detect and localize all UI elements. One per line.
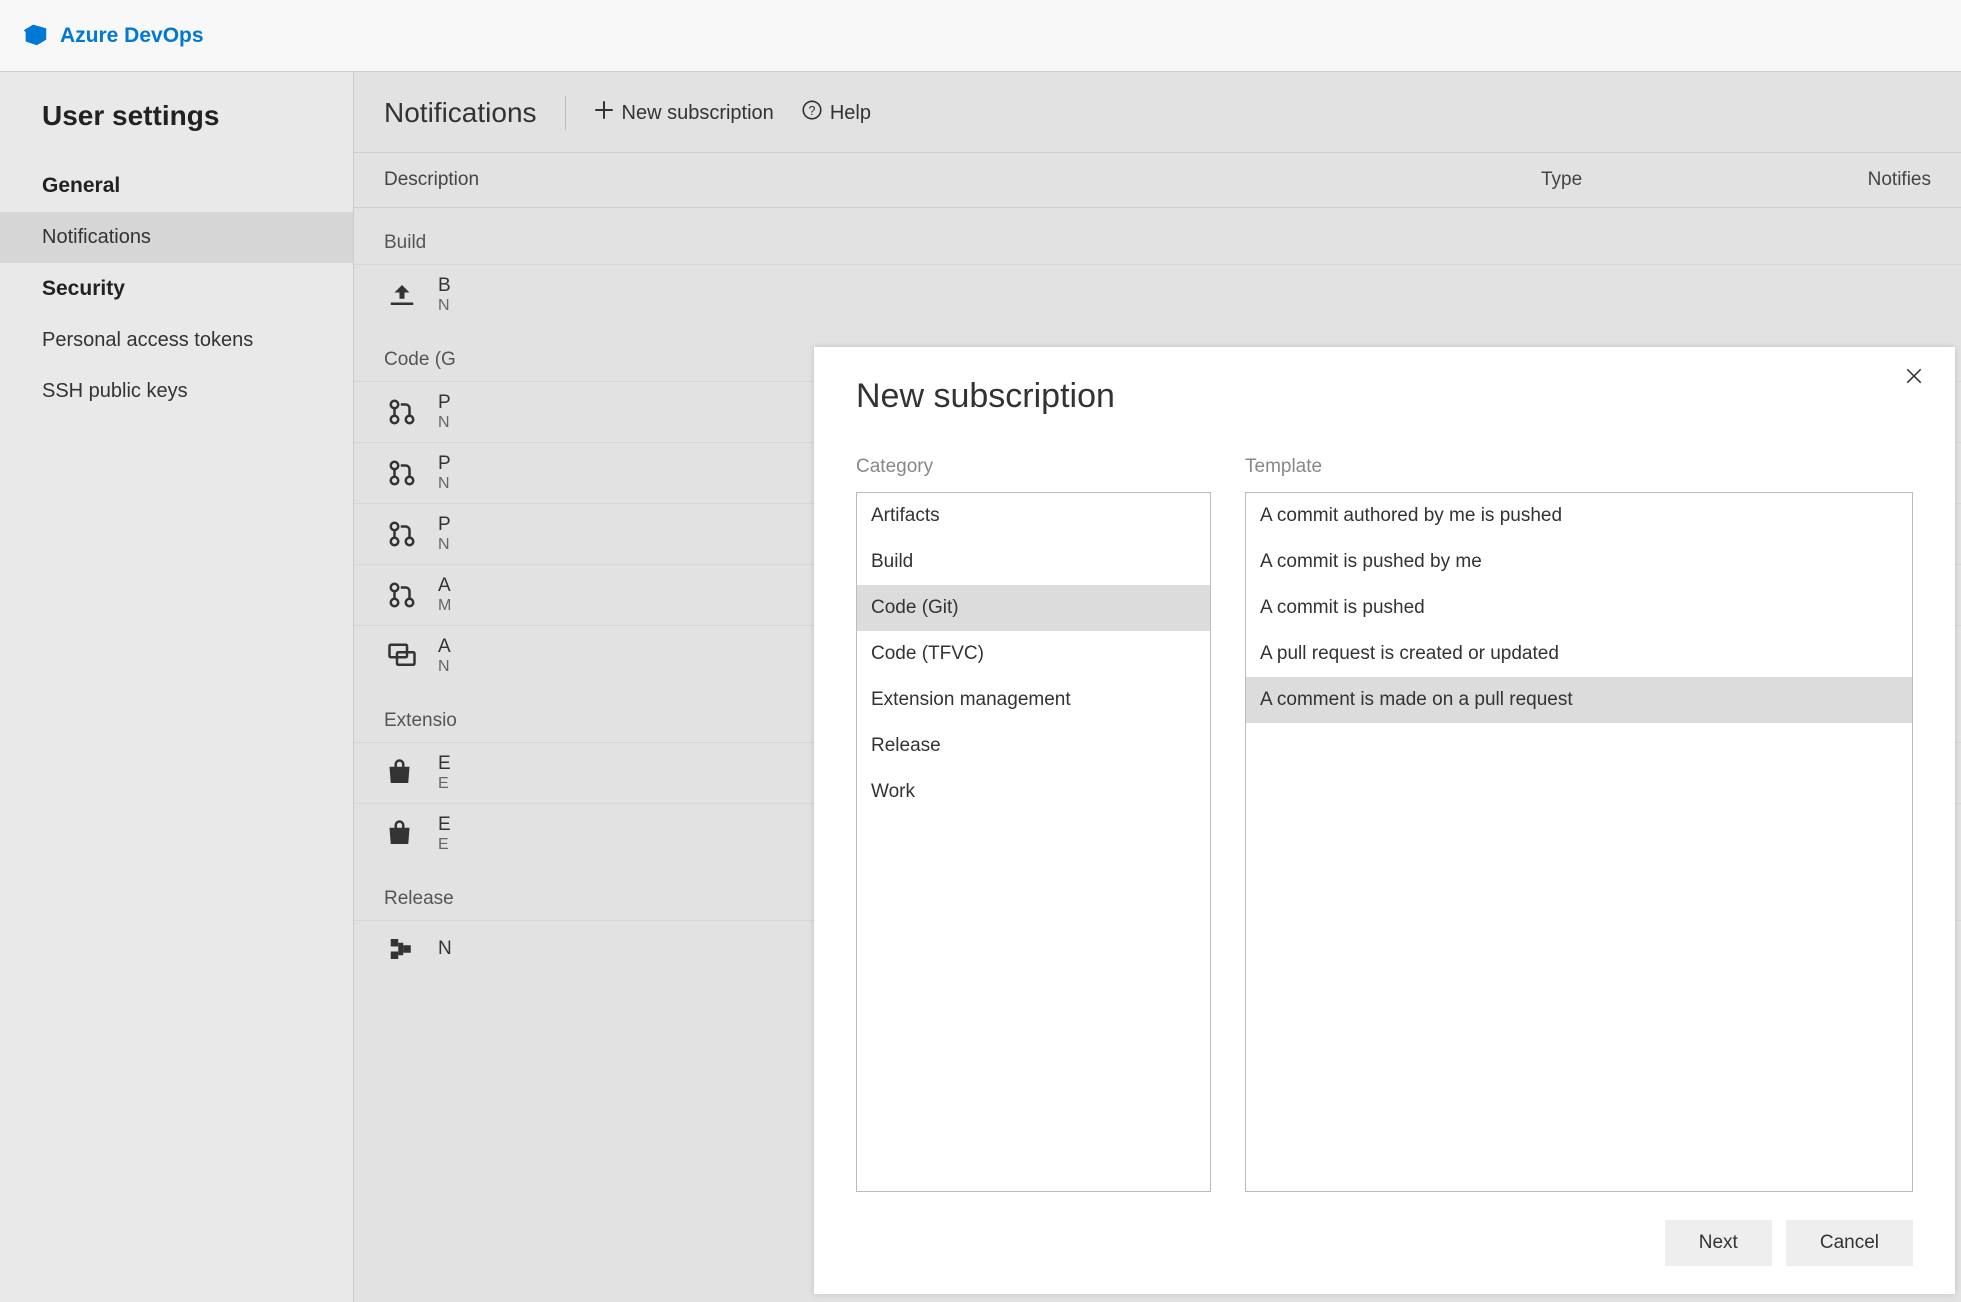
row-title: E bbox=[438, 814, 451, 836]
template-item[interactable]: A commit authored by me is pushed bbox=[1246, 493, 1912, 539]
category-item[interactable]: Extension management bbox=[857, 677, 1210, 723]
topbar: Azure DevOps bbox=[0, 0, 1961, 72]
dialog-title: New subscription bbox=[856, 377, 1913, 416]
row-title: N bbox=[438, 938, 452, 960]
sidebar-title: User settings bbox=[0, 90, 353, 160]
row-title: P bbox=[438, 392, 451, 414]
pr-icon bbox=[384, 455, 420, 491]
help-button[interactable]: ? Help bbox=[802, 100, 871, 126]
col-type: Type bbox=[1541, 169, 1801, 191]
sidebar-heading-general: General bbox=[0, 160, 353, 212]
template-list[interactable]: A commit authored by me is pushedA commi… bbox=[1245, 492, 1913, 1192]
sidebar-item-notifications[interactable]: Notifications bbox=[0, 212, 353, 263]
pr-icon bbox=[384, 516, 420, 552]
row-title: P bbox=[438, 453, 451, 475]
row-title: P bbox=[438, 514, 451, 536]
new-subscription-label: New subscription bbox=[622, 102, 774, 125]
main: Notifications New subscription ? Help De… bbox=[354, 72, 1961, 1302]
bag-icon bbox=[384, 816, 420, 852]
col-description: Description bbox=[384, 169, 1541, 191]
category-item[interactable]: Work bbox=[857, 769, 1210, 815]
new-subscription-dialog: New subscription Category ArtifactsBuild… bbox=[814, 347, 1955, 1294]
template-item[interactable]: A commit is pushed by me bbox=[1246, 539, 1912, 585]
template-item[interactable]: A comment is made on a pull request bbox=[1246, 677, 1912, 723]
category-item[interactable]: Code (TFVC) bbox=[857, 631, 1210, 677]
sidebar-item-ssh[interactable]: SSH public keys bbox=[0, 366, 353, 417]
build-icon bbox=[384, 277, 420, 313]
row-subtitle: E bbox=[438, 836, 451, 854]
row-title: A bbox=[438, 575, 451, 597]
cancel-button[interactable]: Cancel bbox=[1786, 1220, 1913, 1266]
category-item[interactable]: Code (Git) bbox=[857, 585, 1210, 631]
row-title: A bbox=[438, 636, 451, 658]
category-list[interactable]: ArtifactsBuildCode (Git)Code (TFVC)Exten… bbox=[856, 492, 1211, 1192]
dialog-footer: Next Cancel bbox=[856, 1192, 1913, 1266]
category-item[interactable]: Artifacts bbox=[857, 493, 1210, 539]
row-subtitle: N bbox=[438, 658, 451, 676]
release-icon bbox=[384, 931, 420, 967]
pr-icon bbox=[384, 577, 420, 613]
row-subtitle: E bbox=[438, 775, 451, 793]
sidebar-heading-security: Security bbox=[0, 263, 353, 315]
brand-label: Azure DevOps bbox=[60, 24, 204, 48]
template-label: Template bbox=[1245, 456, 1913, 478]
close-button[interactable] bbox=[1897, 361, 1931, 395]
template-item[interactable]: A commit is pushed bbox=[1246, 585, 1912, 631]
list-item[interactable]: BN bbox=[354, 264, 1961, 325]
template-item[interactable]: A pull request is created or updated bbox=[1246, 631, 1912, 677]
close-icon bbox=[1905, 365, 1923, 391]
row-subtitle: N bbox=[438, 475, 451, 493]
sidebar: User settings General Notifications Secu… bbox=[0, 72, 354, 1302]
chat-icon bbox=[384, 638, 420, 674]
page-title: Notifications bbox=[384, 97, 537, 129]
row-subtitle: M bbox=[438, 597, 451, 615]
row-subtitle: N bbox=[438, 414, 451, 432]
row-title: B bbox=[438, 275, 451, 297]
row-subtitle: N bbox=[438, 536, 451, 554]
row-title: E bbox=[438, 753, 451, 775]
brand-wrap[interactable]: Azure DevOps bbox=[20, 19, 204, 52]
category-label: Category bbox=[856, 456, 1211, 478]
new-subscription-button[interactable]: New subscription bbox=[594, 100, 774, 126]
plus-icon bbox=[594, 100, 614, 126]
bag-icon bbox=[384, 755, 420, 791]
help-icon: ? bbox=[802, 100, 822, 126]
group-label: Build bbox=[354, 208, 1961, 264]
template-panel: Template A commit authored by me is push… bbox=[1245, 456, 1913, 1192]
sidebar-item-pat[interactable]: Personal access tokens bbox=[0, 315, 353, 366]
svg-text:?: ? bbox=[808, 104, 815, 118]
col-notifies: Notifies bbox=[1801, 169, 1931, 191]
divider bbox=[565, 96, 566, 130]
azure-devops-icon bbox=[20, 19, 50, 52]
category-item[interactable]: Release bbox=[857, 723, 1210, 769]
category-item[interactable]: Build bbox=[857, 539, 1210, 585]
pr-icon bbox=[384, 394, 420, 430]
table-header: Description Type Notifies bbox=[354, 153, 1961, 208]
row-subtitle: N bbox=[438, 297, 451, 315]
main-header: Notifications New subscription ? Help bbox=[354, 72, 1961, 153]
help-label: Help bbox=[830, 102, 871, 125]
category-panel: Category ArtifactsBuildCode (Git)Code (T… bbox=[856, 456, 1211, 1192]
next-button[interactable]: Next bbox=[1665, 1220, 1772, 1266]
